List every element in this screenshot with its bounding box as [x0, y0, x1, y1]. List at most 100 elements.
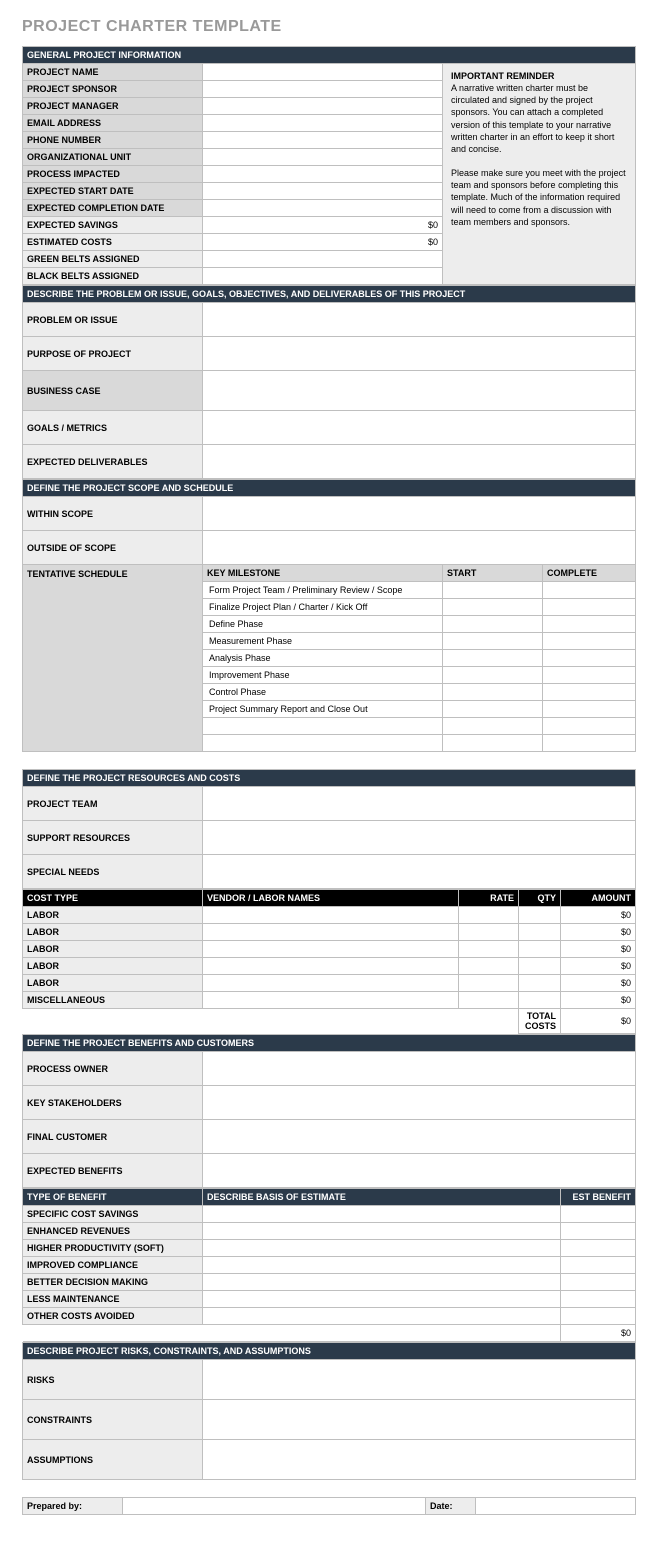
problem-goals-table: DESCRIBE THE PROBLEM OR ISSUE, GOALS, OB… — [22, 285, 636, 479]
milestone-start[interactable] — [443, 633, 543, 650]
benefit-type: HIGHER PRODUCTIVITY (SOFT) — [23, 1240, 203, 1257]
milestone-name[interactable]: Define Phase — [203, 616, 443, 633]
rate[interactable] — [459, 975, 519, 992]
milestone-complete[interactable] — [543, 650, 636, 667]
basis[interactable] — [203, 1291, 561, 1308]
field-value[interactable] — [203, 132, 443, 149]
field-value[interactable] — [203, 531, 636, 565]
field-value[interactable] — [203, 371, 636, 411]
est-benefit[interactable] — [561, 1308, 636, 1325]
field-value[interactable] — [203, 1360, 636, 1400]
vendor-name[interactable] — [203, 907, 459, 924]
milestone-start[interactable] — [443, 616, 543, 633]
milestone-start[interactable] — [443, 684, 543, 701]
est-benefit[interactable] — [561, 1291, 636, 1308]
vendor-name[interactable] — [203, 958, 459, 975]
milestone-start[interactable] — [443, 667, 543, 684]
basis[interactable] — [203, 1223, 561, 1240]
field-value[interactable] — [203, 115, 443, 132]
milestone-start[interactable] — [443, 701, 543, 718]
blank — [23, 1325, 561, 1342]
milestone-complete[interactable] — [543, 616, 636, 633]
qty[interactable] — [519, 941, 561, 958]
est-benefit[interactable] — [561, 1257, 636, 1274]
milestone-complete[interactable] — [543, 701, 636, 718]
milestone-name[interactable]: Improvement Phase — [203, 667, 443, 684]
basis[interactable] — [203, 1308, 561, 1325]
field-value[interactable] — [203, 1440, 636, 1480]
qty[interactable] — [519, 924, 561, 941]
prepared-by-value[interactable] — [123, 1498, 426, 1515]
field-label: EXPECTED START DATE — [23, 183, 203, 200]
vendor-name[interactable] — [203, 941, 459, 958]
milestone-name[interactable]: Analysis Phase — [203, 650, 443, 667]
field-value[interactable] — [203, 821, 636, 855]
milestone-complete[interactable] — [543, 599, 636, 616]
field-value[interactable] — [203, 1400, 636, 1440]
field-value[interactable] — [203, 1120, 636, 1154]
field-value[interactable] — [203, 855, 636, 889]
field-value[interactable] — [203, 497, 636, 531]
milestone-name[interactable]: Finalize Project Plan / Charter / Kick O… — [203, 599, 443, 616]
qty[interactable] — [519, 958, 561, 975]
rate[interactable] — [459, 907, 519, 924]
field-value[interactable] — [203, 183, 443, 200]
col-header: TYPE OF BENEFIT — [23, 1189, 203, 1206]
col-header: COST TYPE — [23, 890, 203, 907]
est-benefit[interactable] — [561, 1223, 636, 1240]
milestone-start[interactable] — [443, 735, 543, 752]
milestone-name[interactable]: Control Phase — [203, 684, 443, 701]
field-value[interactable]: $0 — [203, 234, 443, 251]
milestone-name[interactable]: Form Project Team / Preliminary Review /… — [203, 582, 443, 599]
date-value[interactable] — [476, 1498, 636, 1515]
rate[interactable] — [459, 992, 519, 1009]
basis[interactable] — [203, 1240, 561, 1257]
field-value[interactable] — [203, 166, 443, 183]
milestone-start[interactable] — [443, 582, 543, 599]
field-value[interactable] — [203, 251, 443, 268]
rate[interactable] — [459, 958, 519, 975]
milestone-name[interactable] — [203, 718, 443, 735]
vendor-name[interactable] — [203, 992, 459, 1009]
field-value[interactable]: $0 — [203, 217, 443, 234]
vendor-name[interactable] — [203, 924, 459, 941]
field-value[interactable] — [203, 303, 636, 337]
milestone-complete[interactable] — [543, 684, 636, 701]
field-value[interactable] — [203, 268, 443, 285]
est-benefit[interactable] — [561, 1240, 636, 1257]
basis[interactable] — [203, 1274, 561, 1291]
milestone-complete[interactable] — [543, 667, 636, 684]
est-benefit[interactable] — [561, 1206, 636, 1223]
milestone-start[interactable] — [443, 650, 543, 667]
est-benefit[interactable] — [561, 1274, 636, 1291]
qty[interactable] — [519, 975, 561, 992]
basis[interactable] — [203, 1206, 561, 1223]
field-value[interactable] — [203, 200, 443, 217]
field-value[interactable] — [203, 149, 443, 166]
rate[interactable] — [459, 941, 519, 958]
field-value[interactable] — [203, 64, 443, 81]
milestone-complete[interactable] — [543, 735, 636, 752]
field-value[interactable] — [203, 411, 636, 445]
basis[interactable] — [203, 1257, 561, 1274]
field-value[interactable] — [203, 787, 636, 821]
milestone-name[interactable]: Project Summary Report and Close Out — [203, 701, 443, 718]
milestone-complete[interactable] — [543, 633, 636, 650]
qty[interactable] — [519, 907, 561, 924]
milestone-name[interactable] — [203, 735, 443, 752]
field-value[interactable] — [203, 445, 636, 479]
milestone-complete[interactable] — [543, 582, 636, 599]
rate[interactable] — [459, 924, 519, 941]
field-value[interactable] — [203, 1086, 636, 1120]
milestone-name[interactable]: Measurement Phase — [203, 633, 443, 650]
milestone-start[interactable] — [443, 718, 543, 735]
field-value[interactable] — [203, 98, 443, 115]
field-value[interactable] — [203, 1052, 636, 1086]
milestone-start[interactable] — [443, 599, 543, 616]
field-value[interactable] — [203, 81, 443, 98]
field-value[interactable] — [203, 1154, 636, 1188]
milestone-complete[interactable] — [543, 718, 636, 735]
vendor-name[interactable] — [203, 975, 459, 992]
qty[interactable] — [519, 992, 561, 1009]
field-value[interactable] — [203, 337, 636, 371]
